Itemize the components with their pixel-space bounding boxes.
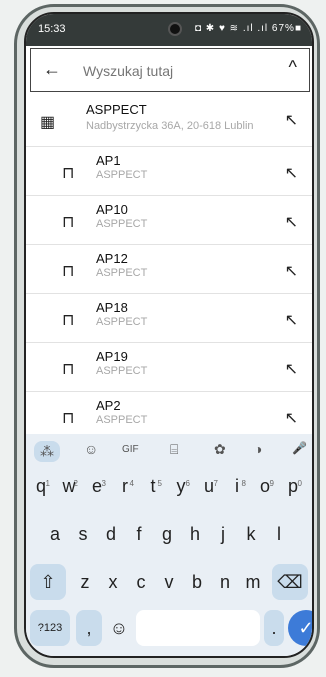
- place-subtitle: ASPPECT: [96, 169, 148, 181]
- search-input[interactable]: [81, 59, 255, 83]
- key-b[interactable]: b: [184, 564, 210, 600]
- collapse-icon[interactable]: ^: [289, 57, 297, 78]
- clipboard-icon[interactable]: ⌸: [170, 441, 178, 458]
- key-u[interactable]: u7: [196, 468, 222, 504]
- key-l[interactable]: l: [266, 516, 292, 552]
- key-s[interactable]: s: [70, 516, 96, 552]
- door-icon: ⊓: [62, 361, 75, 378]
- open-arrow-icon[interactable]: ↖: [285, 310, 298, 330]
- place-title: AP2: [96, 398, 121, 413]
- screen: 15:33 ◘ ✱ ♥ ≋ .ıl .ıl 67%■ ← ^ ▦ ASPPECT…: [24, 12, 314, 658]
- key-j[interactable]: j: [210, 516, 236, 552]
- list-item[interactable]: ⊓ AP18 ASPPECT ↖: [26, 294, 312, 343]
- shift-key[interactable]: ⇧: [30, 564, 66, 600]
- place-title: AP18: [96, 300, 128, 315]
- key-i[interactable]: i8: [224, 468, 250, 504]
- place-subtitle: ASPPECT: [96, 218, 148, 230]
- period-key[interactable]: .: [264, 610, 284, 646]
- apps-icon[interactable]: ⁂: [34, 441, 60, 462]
- status-bar: 15:33 ◘ ✱ ♥ ≋ .ıl .ıl 67%■: [26, 14, 312, 46]
- place-title: ASPPECT: [86, 102, 147, 117]
- backspace-key[interactable]: ⌫: [272, 564, 308, 600]
- search-bar: ← ^: [30, 48, 310, 92]
- building-icon: ▦: [40, 114, 56, 131]
- place-subtitle: ASPPECT: [96, 414, 148, 426]
- status-icons: ◘ ✱ ♥ ≋ .ıl .ıl 67%■: [194, 23, 302, 34]
- symbols-key[interactable]: ?123: [30, 610, 70, 646]
- door-icon: ⊓: [62, 214, 75, 231]
- door-icon: ⊓: [62, 410, 75, 427]
- status-time: 15:33: [38, 23, 66, 35]
- palette-icon[interactable]: ◑: [254, 441, 262, 457]
- key-e[interactable]: e3: [84, 468, 110, 504]
- list-item[interactable]: ▦ ASPPECT Nadbystrzycka 36A, 20-618 Lubl…: [26, 94, 312, 147]
- place-title: AP10: [96, 202, 128, 217]
- space-key[interactable]: [136, 610, 260, 646]
- place-subtitle: ASPPECT: [96, 267, 148, 279]
- key-y[interactable]: y6: [168, 468, 194, 504]
- door-icon: ⊓: [62, 165, 75, 182]
- key-f[interactable]: f: [126, 516, 152, 552]
- key-x[interactable]: x: [100, 564, 126, 600]
- back-arrow-icon[interactable]: ←: [43, 59, 61, 80]
- key-q[interactable]: q1: [28, 468, 54, 504]
- keyboard: ⁂ ☺ GIF ⌸ ✿ ◑ 🎤 q1 w2 e3 r4 t5 y6 u7 i8 …: [26, 434, 312, 656]
- microphone-icon[interactable]: 🎤: [292, 441, 307, 455]
- open-arrow-icon[interactable]: ↖: [285, 110, 298, 130]
- sticker-icon[interactable]: ☺: [84, 441, 98, 457]
- camera-cutout: [168, 22, 182, 36]
- key-d[interactable]: d: [98, 516, 124, 552]
- list-item[interactable]: ⊓ AP12 ASPPECT ↖: [26, 245, 312, 294]
- key-a[interactable]: a: [42, 516, 68, 552]
- place-title: AP12: [96, 251, 128, 266]
- open-arrow-icon[interactable]: ↖: [285, 359, 298, 379]
- list-item[interactable]: ⊓ AP19 ASPPECT ↖: [26, 343, 312, 392]
- gear-icon[interactable]: ✿: [214, 441, 226, 458]
- key-t[interactable]: t5: [140, 468, 166, 504]
- key-p[interactable]: p0: [280, 468, 306, 504]
- key-r[interactable]: r4: [112, 468, 138, 504]
- key-o[interactable]: o9: [252, 468, 278, 504]
- key-m[interactable]: m: [240, 564, 266, 600]
- place-title: AP1: [96, 153, 121, 168]
- key-z[interactable]: z: [72, 564, 98, 600]
- results-list: ▦ ASPPECT Nadbystrzycka 36A, 20-618 Lubl…: [26, 94, 312, 441]
- open-arrow-icon[interactable]: ↖: [285, 408, 298, 428]
- comma-key[interactable]: ,: [76, 610, 102, 646]
- key-c[interactable]: c: [128, 564, 154, 600]
- gif-icon[interactable]: GIF: [122, 444, 139, 455]
- emoji-key[interactable]: ☺: [106, 610, 132, 646]
- key-k[interactable]: k: [238, 516, 264, 552]
- key-w[interactable]: w2: [56, 468, 82, 504]
- place-title: AP19: [96, 349, 128, 364]
- place-subtitle: Nadbystrzycka 36A, 20-618 Lublin: [86, 120, 254, 132]
- key-g[interactable]: g: [154, 516, 180, 552]
- enter-key[interactable]: ✓: [288, 610, 312, 646]
- place-subtitle: ASPPECT: [96, 316, 148, 328]
- key-v[interactable]: v: [156, 564, 182, 600]
- door-icon: ⊓: [62, 312, 75, 329]
- keyboard-toolbar: ⁂ ☺ GIF ⌸ ✿ ◑ 🎤: [26, 434, 312, 464]
- key-h[interactable]: h: [182, 516, 208, 552]
- list-item[interactable]: ⊓ AP1 ASPPECT ↖: [26, 147, 312, 196]
- open-arrow-icon[interactable]: ↖: [285, 261, 298, 281]
- door-icon: ⊓: [62, 263, 75, 280]
- open-arrow-icon[interactable]: ↖: [285, 212, 298, 232]
- key-n[interactable]: n: [212, 564, 238, 600]
- open-arrow-icon[interactable]: ↖: [285, 163, 298, 183]
- place-subtitle: ASPPECT: [96, 365, 148, 377]
- list-item[interactable]: ⊓ AP10 ASPPECT ↖: [26, 196, 312, 245]
